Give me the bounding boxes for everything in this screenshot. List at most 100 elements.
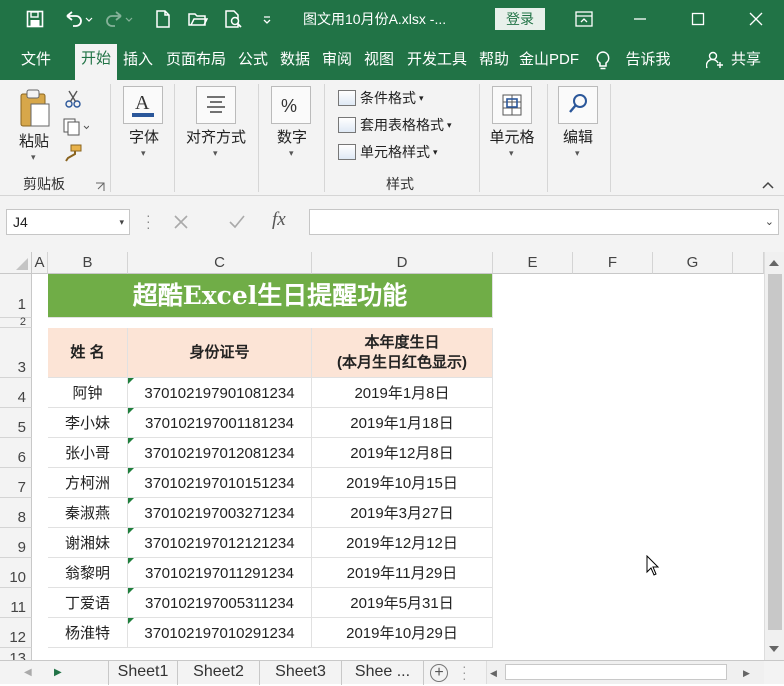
tab-page-layout[interactable]: 页面布局 <box>161 46 231 76</box>
customize-quick-access-icon[interactable] <box>258 8 276 30</box>
row-header-4[interactable]: 4 <box>0 378 32 408</box>
alignment-dropdown-icon[interactable]: ▾ <box>213 148 218 159</box>
row-header-12[interactable]: 12 <box>0 618 32 648</box>
column-header-a[interactable]: A <box>32 252 48 274</box>
cell-id[interactable]: 370102197003271234 <box>128 498 312 528</box>
header-name[interactable]: 姓 名 <box>48 328 128 378</box>
new-file-icon[interactable] <box>151 8 175 30</box>
add-sheet-icon[interactable]: + <box>430 664 448 682</box>
sheet-tab-sheet1[interactable]: Sheet1 <box>108 661 178 685</box>
name-box[interactable]: J4 ▾ <box>6 209 130 235</box>
cell-name[interactable]: 谢湘妹 <box>48 528 128 558</box>
select-all-button[interactable] <box>0 252 32 274</box>
row-header-6[interactable]: 6 <box>0 438 32 468</box>
sheet-tab-sheet3[interactable]: Sheet3 <box>260 661 342 685</box>
editing-button[interactable]: 编辑 <box>558 126 598 147</box>
number-dropdown-icon[interactable]: ▾ <box>289 148 294 159</box>
cell-name[interactable]: 翁黎明 <box>48 558 128 588</box>
cells-icon[interactable] <box>492 86 532 124</box>
cell-birthday[interactable]: 2019年1月8日 <box>312 378 493 408</box>
tab-view[interactable]: 视图 <box>360 46 398 76</box>
cell-birthday[interactable]: 2019年10月15日 <box>312 468 493 498</box>
cell-birthday[interactable]: 2019年12月8日 <box>312 438 493 468</box>
cell-styles-button[interactable]: 单元格样式 ▾ <box>338 141 438 163</box>
row-header-9[interactable]: 9 <box>0 528 32 558</box>
more-options-icon[interactable]: · · · <box>146 208 151 234</box>
redo-icon[interactable] <box>104 8 136 30</box>
tab-data[interactable]: 数据 <box>276 46 314 76</box>
number-format-icon[interactable]: % <box>271 86 311 124</box>
cell-name[interactable]: 杨淮特 <box>48 618 128 648</box>
cells-button[interactable]: 单元格 <box>484 126 540 147</box>
paste-icon[interactable] <box>18 88 52 133</box>
cell-name[interactable]: 张小哥 <box>48 438 128 468</box>
tab-home[interactable]: 开始 <box>75 44 117 80</box>
scroll-right-icon[interactable]: ▶ <box>743 668 750 679</box>
enter-check-icon[interactable] <box>228 213 246 234</box>
next-sheet-icon[interactable]: ▶ <box>54 667 62 678</box>
expand-formula-icon[interactable]: ⌄ <box>765 215 774 228</box>
column-header-c[interactable]: C <box>128 252 312 274</box>
cut-icon[interactable] <box>64 90 82 111</box>
cell-birthday[interactable]: 2019年3月27日 <box>312 498 493 528</box>
chevron-down-icon[interactable]: ▾ <box>119 210 124 234</box>
vertical-scrollbar[interactable] <box>764 252 784 660</box>
format-painter-icon[interactable] <box>64 144 82 165</box>
save-icon[interactable] <box>23 8 47 30</box>
undo-icon[interactable] <box>60 8 96 30</box>
row-header-7[interactable]: 7 <box>0 468 32 498</box>
share-button[interactable]: 共享 <box>726 46 766 76</box>
search-icon[interactable] <box>558 86 598 124</box>
sheet-tab-more[interactable]: Shee ... <box>342 661 424 685</box>
alignment-icon[interactable] <box>196 86 236 124</box>
cancel-icon[interactable] <box>172 213 190 234</box>
cell-birthday[interactable]: 2019年11月29日 <box>312 558 493 588</box>
tab-file[interactable]: 文件 <box>14 46 58 76</box>
cell-birthday[interactable]: 2019年10月29日 <box>312 618 493 648</box>
worksheet-grid[interactable]: A B C D E F G 1 2 3 4 5 6 7 8 9 10 11 12… <box>0 252 764 660</box>
row-header-2[interactable]: 2 <box>0 317 32 328</box>
header-id[interactable]: 身份证号 <box>128 328 312 378</box>
cell-birthday[interactable]: 2019年12月12日 <box>312 528 493 558</box>
cell-id[interactable]: 370102197012081234 <box>128 438 312 468</box>
insert-function-icon[interactable]: fx <box>272 209 286 231</box>
paste-dropdown-icon[interactable]: ▾ <box>31 152 36 163</box>
cell-id[interactable]: 370102197010291234 <box>128 618 312 648</box>
open-folder-icon[interactable] <box>186 8 210 30</box>
sheet-title[interactable]: 超酷Excel生日提醒功能 <box>48 274 493 318</box>
scroll-down-icon[interactable] <box>768 642 780 657</box>
font-button[interactable]: 字体 <box>125 126 163 147</box>
tell-me-search[interactable]: 告诉我 <box>622 46 674 76</box>
column-header-g[interactable]: G <box>653 252 733 274</box>
prev-sheet-icon[interactable]: ◀ <box>24 667 32 678</box>
cell-id[interactable]: 370102197001181234 <box>128 408 312 438</box>
sheet-tab-sheet2[interactable]: Sheet2 <box>178 661 260 685</box>
scroll-left-icon[interactable]: ◀ <box>490 668 497 679</box>
collapse-ribbon-icon[interactable] <box>762 178 774 193</box>
close-icon[interactable] <box>742 6 770 32</box>
row-header-1[interactable]: 1 <box>0 274 32 318</box>
font-dropdown-icon[interactable]: ▾ <box>141 148 146 159</box>
scroll-up-icon[interactable] <box>768 256 780 271</box>
scroll-thumb[interactable] <box>768 274 782 630</box>
cell-id[interactable]: 370102197011291234 <box>128 558 312 588</box>
horizontal-scrollbar[interactable]: ◀ ▶ <box>486 661 764 684</box>
column-header-d[interactable]: D <box>312 252 493 274</box>
header-birthday[interactable]: 本年度生日 (本月生日红色显示) <box>312 328 493 378</box>
cell-id[interactable]: 370102197901081234 <box>128 378 312 408</box>
tab-developer[interactable]: 开发工具 <box>402 46 472 76</box>
copy-icon[interactable] <box>63 118 90 139</box>
table-format-button[interactable]: 套用表格格式 ▾ <box>338 114 452 136</box>
cell-name[interactable]: 秦淑燕 <box>48 498 128 528</box>
row-header-5[interactable]: 5 <box>0 408 32 438</box>
ribbon-display-options-icon[interactable] <box>570 6 598 32</box>
row-header-3[interactable]: 3 <box>0 328 32 378</box>
formula-input[interactable]: ⌄ <box>309 209 779 235</box>
row-header-8[interactable]: 8 <box>0 498 32 528</box>
cell-birthday[interactable]: 2019年5月31日 <box>312 588 493 618</box>
login-button[interactable]: 登录 <box>495 8 545 30</box>
horizontal-scroll-thumb[interactable] <box>505 664 727 680</box>
conditional-format-button[interactable]: 条件格式 ▾ <box>338 87 424 109</box>
column-header-f[interactable]: F <box>573 252 653 274</box>
row-header-10[interactable]: 10 <box>0 558 32 588</box>
